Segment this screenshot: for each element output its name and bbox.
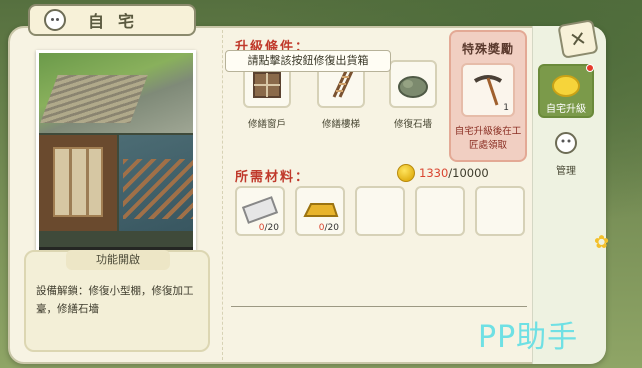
material-need: /20 bbox=[324, 223, 339, 233]
requirement-name: 修繕樓梯 bbox=[321, 119, 360, 130]
left-column: ‹ 3級 » 4級 › 功能開啟 設備解鎖：修復小型棚，修復加工臺，修繕石墻 bbox=[20, 40, 218, 354]
preview-window bbox=[39, 135, 117, 231]
watermark-logo: PP助手 bbox=[478, 320, 579, 355]
title-tab: 自宅 bbox=[28, 4, 196, 36]
special-reward-box: 特殊獎勵 1 自宅升級後在工匠處領取 bbox=[449, 30, 527, 162]
money-requirement: 1330 /10000 bbox=[397, 164, 489, 182]
requirement-item[interactable]: 修復石墻 bbox=[387, 60, 439, 130]
upgrade-details: 升級條件： 請點擊該按鈕修復出貨箱 修繕窗戶 修繕樓梯 修復石墻 特殊獎勵 1 … bbox=[222, 30, 538, 360]
money-have: 1330 bbox=[419, 166, 449, 180]
tab-house-upgrade[interactable]: 自宅升級 bbox=[538, 64, 594, 118]
function-unlock-description: 設備解鎖：修復小型棚，修復加工臺，修繕石墻 bbox=[36, 285, 194, 315]
coin-icon bbox=[397, 164, 415, 182]
flower-icon: ✿ bbox=[594, 232, 610, 253]
preview-exterior bbox=[39, 53, 193, 133]
requirement-name: 修繕窗戶 bbox=[247, 119, 286, 130]
tab-manage[interactable]: 管理 bbox=[538, 124, 594, 177]
notification-dot bbox=[586, 64, 594, 72]
preview-stairs bbox=[119, 135, 193, 231]
function-unlock-label: 功能開啟 bbox=[66, 250, 170, 270]
material-slot-empty bbox=[355, 186, 405, 236]
reward-quantity: 1 bbox=[503, 103, 509, 113]
ladder-icon bbox=[332, 70, 354, 98]
page-title: 自宅 bbox=[88, 12, 149, 31]
money-need: /10000 bbox=[448, 166, 489, 180]
material-slot-empty bbox=[415, 186, 465, 236]
reward-item[interactable]: 1 bbox=[461, 63, 515, 117]
material-slot[interactable]: 0/20 bbox=[295, 186, 345, 236]
reward-title: 特殊獎勵 bbox=[461, 42, 514, 56]
house-preview-image: ‹ 3級 » 4級 › bbox=[36, 50, 196, 278]
divider bbox=[231, 306, 527, 307]
function-unlock-box: 功能開啟 設備解鎖：修復小型棚，修復加工臺，修繕石墻 bbox=[24, 250, 210, 352]
window-icon bbox=[253, 72, 281, 98]
hint-tooltip: 請點擊該按鈕修復出貨箱 bbox=[225, 50, 391, 72]
close-button[interactable]: ✕ bbox=[557, 19, 599, 59]
material-need: /20 bbox=[264, 223, 279, 233]
house-upgrade-icon bbox=[551, 72, 581, 98]
materials-title: 所需材料： bbox=[235, 170, 311, 185]
material-slot-empty bbox=[475, 186, 525, 236]
manage-face-icon bbox=[551, 130, 581, 156]
tab-label: 管理 bbox=[556, 166, 576, 177]
reward-description: 自宅升級後在工匠處領取 bbox=[454, 126, 522, 151]
requirement-name: 修復石墻 bbox=[393, 119, 432, 130]
material-slot[interactable]: 0/20 bbox=[235, 186, 285, 236]
face-icon bbox=[44, 9, 66, 31]
pickaxe-icon bbox=[473, 75, 503, 106]
stone-wall-icon bbox=[398, 76, 428, 98]
tab-label: 自宅升級 bbox=[546, 104, 586, 115]
